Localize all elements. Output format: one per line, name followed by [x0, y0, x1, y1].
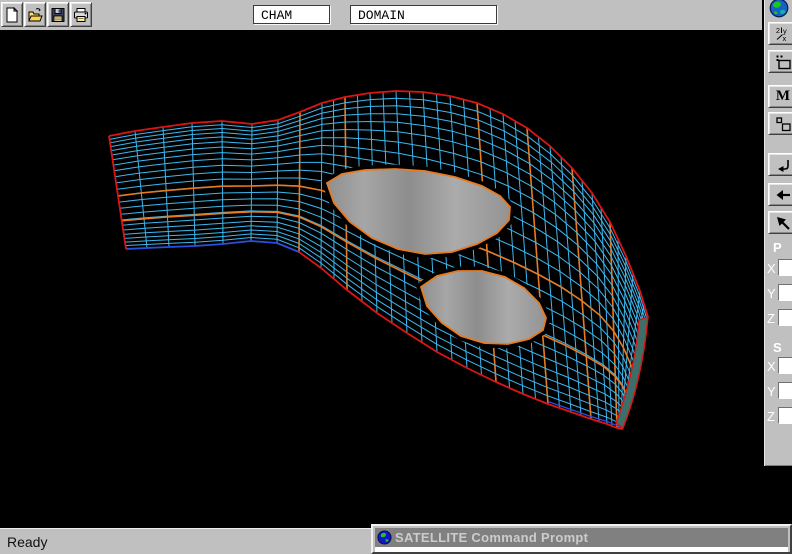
menu-m-button[interactable]: M: [768, 85, 792, 108]
mesh-viewport[interactable]: [0, 30, 764, 528]
printer-icon: [73, 7, 89, 23]
size-y-label: Y: [767, 384, 776, 399]
upleft-arrow-icon: [775, 215, 791, 231]
left-arrow-icon: [775, 187, 791, 203]
cham-field[interactable]: [253, 5, 330, 24]
control-panel: 2 y x M: [764, 0, 792, 466]
duct-mesh-canvas: [0, 30, 764, 528]
new-button[interactable]: [1, 2, 23, 27]
size-z-label: Z: [767, 409, 775, 424]
svg-text:2: 2: [776, 28, 780, 35]
dotted-rect-icon: [775, 54, 791, 70]
bent-arrow-icon: [775, 157, 791, 173]
open-button[interactable]: [24, 2, 46, 27]
status-text: Ready: [7, 534, 47, 550]
save-button[interactable]: [47, 2, 69, 27]
svg-text:x: x: [783, 34, 787, 42]
diagonal-arrow-button[interactable]: [768, 211, 792, 234]
globe-icon: [377, 530, 392, 545]
globe-icon: [767, 0, 791, 18]
domain-field[interactable]: [350, 5, 497, 24]
satellite-window-title: SATELLITE Command Prompt: [395, 530, 588, 545]
save-floppy-icon: [50, 7, 66, 23]
position-y-label: Y: [767, 286, 776, 301]
position-z-field[interactable]: [778, 309, 792, 326]
open-folder-icon: [27, 7, 43, 23]
dotted-rectangle-button[interactable]: [768, 50, 792, 73]
satellite-command-prompt-window[interactable]: SATELLITE Command Prompt: [371, 524, 792, 554]
position-y-field[interactable]: [778, 284, 792, 301]
size-z-field[interactable]: [778, 407, 792, 424]
two-squares-icon: [775, 116, 791, 132]
print-button[interactable]: [70, 2, 92, 27]
main-toolbar: [0, 0, 762, 30]
left-arrow-button[interactable]: [768, 183, 792, 206]
bent-arrow-button[interactable]: [768, 153, 792, 176]
new-document-icon: [4, 7, 20, 23]
application-window: 2 y x M: [0, 0, 792, 554]
size-group-label: S: [773, 340, 782, 355]
fraction-2y-x-icon: 2 y x: [775, 26, 791, 42]
size-x-field[interactable]: [778, 357, 792, 374]
satellite-window-content: [375, 547, 788, 552]
size-y-field[interactable]: [778, 382, 792, 399]
satellite-title-bar[interactable]: SATELLITE Command Prompt: [375, 528, 788, 547]
position-x-label: X: [767, 261, 776, 276]
position-x-field[interactable]: [778, 259, 792, 276]
menu-m-label: M: [776, 88, 790, 105]
two-squares-button[interactable]: [768, 112, 792, 135]
position-group-label: P: [773, 240, 782, 255]
position-z-label: Z: [767, 311, 775, 326]
size-x-label: X: [767, 359, 776, 374]
grid-fraction-button[interactable]: 2 y x: [768, 22, 792, 45]
